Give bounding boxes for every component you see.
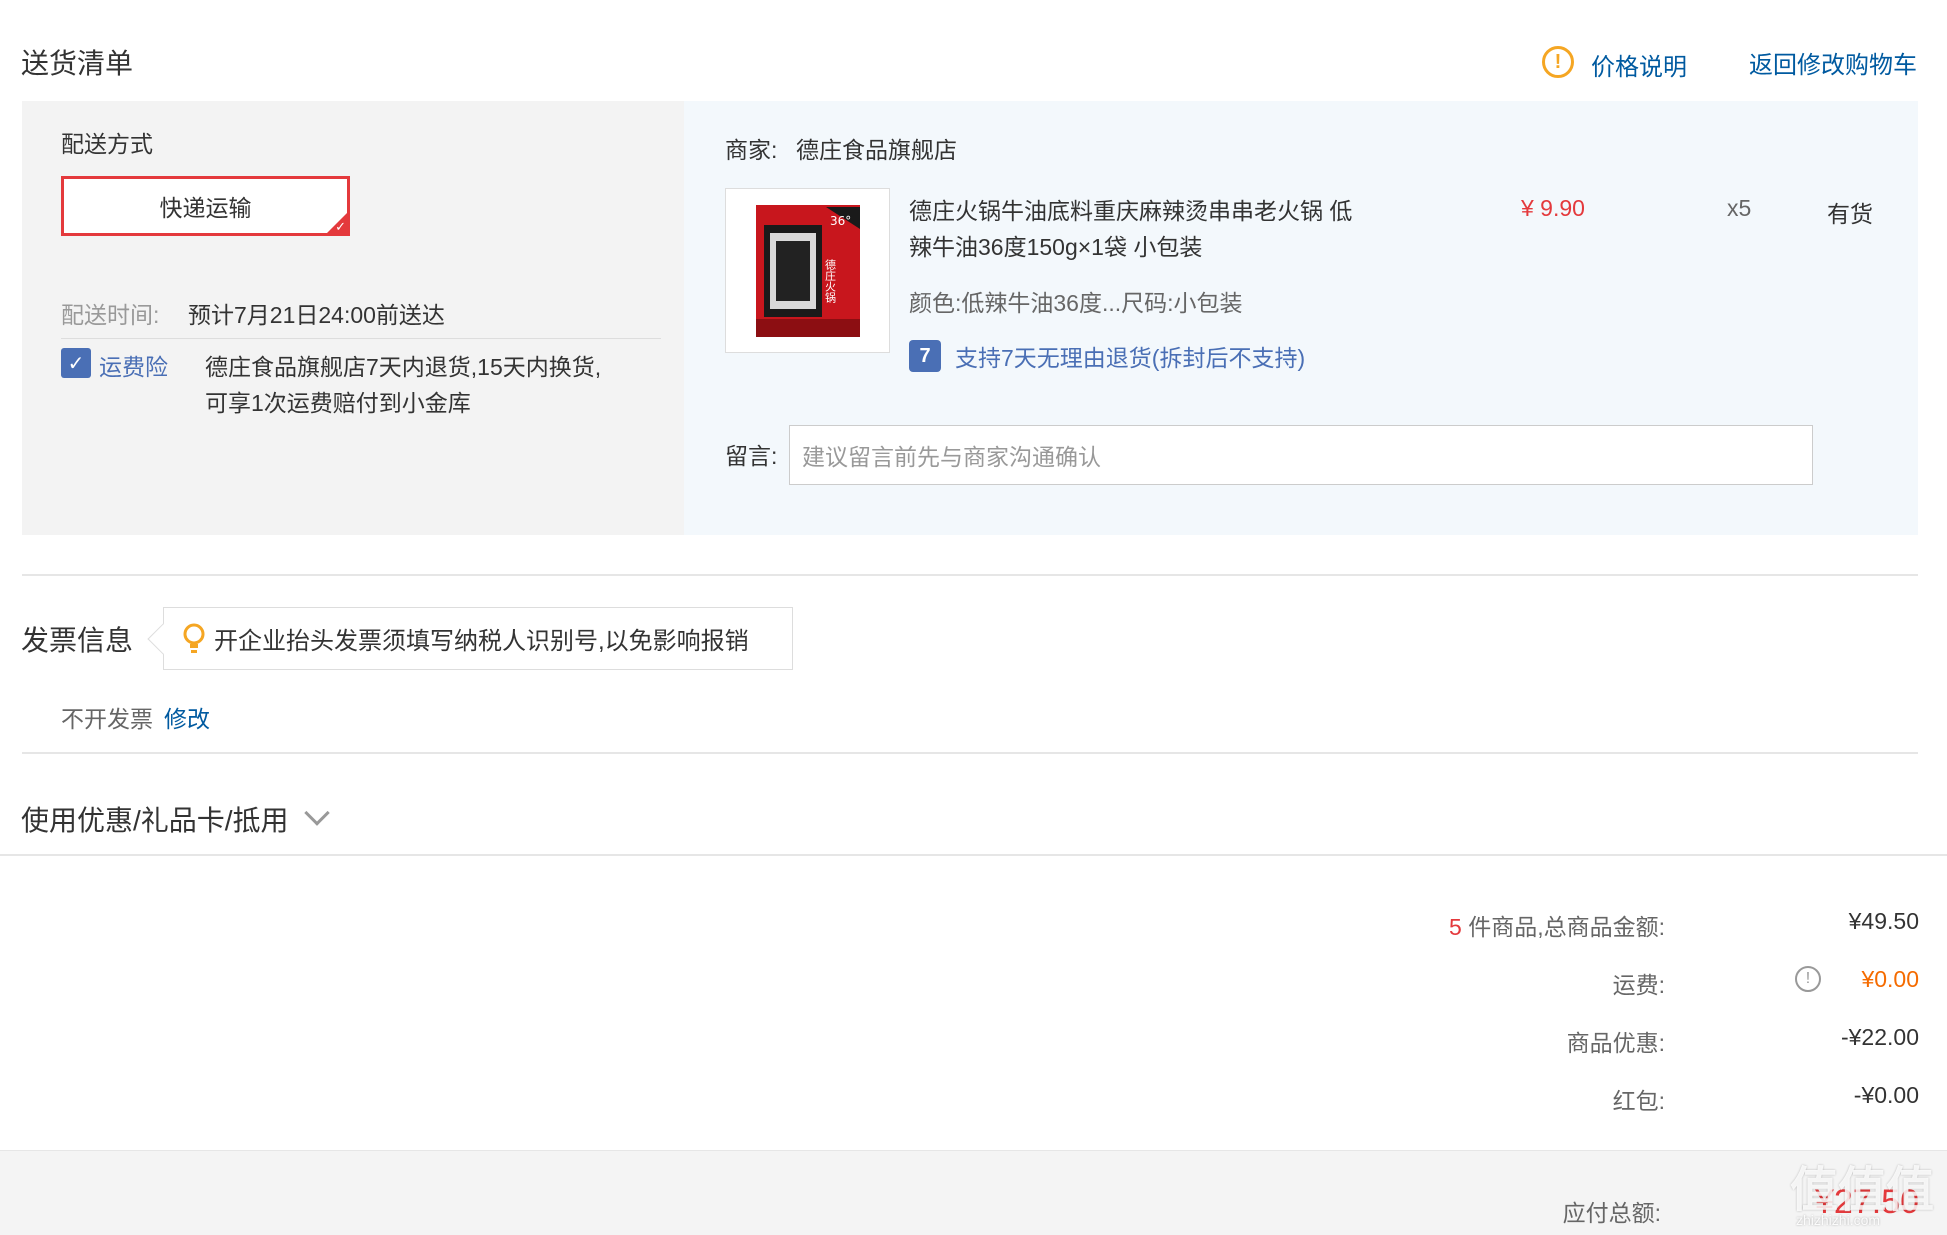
watermark-logo: 值值值 (1790, 1164, 1935, 1217)
watermark-url: zhizhizhi.com (1796, 1212, 1881, 1228)
product-image[interactable]: 36° 德庄火锅 (725, 188, 890, 353)
tip-arrow (147, 623, 179, 655)
item-count: 5 (1449, 914, 1462, 940)
shipping-method-label: 配送方式 (61, 131, 153, 157)
price-info-icon: ! (1542, 46, 1574, 78)
shipping-info-icon[interactable]: ! (1795, 966, 1821, 992)
section-divider (0, 854, 1947, 856)
price-note-link[interactable]: 价格说明 (1591, 47, 1687, 82)
invoice-edit-link[interactable]: 修改 (164, 700, 210, 734)
delivery-list-title: 送货清单 (21, 48, 134, 79)
express-shipping-option[interactable]: 快递运输 ✓ (61, 176, 350, 236)
discount-value: -¥22.00 (1840, 1024, 1919, 1050)
product-title-line1[interactable]: 德庄火锅牛油底料重庆麻辣烫串串老火锅 低 (909, 192, 1389, 226)
shipping-time-label: 配送时间: (61, 302, 160, 328)
coupon-title[interactable]: 使用优惠/礼品卡/抵用 (21, 799, 289, 839)
redpack-label: 红包: (1612, 1088, 1665, 1114)
package-degree-text: 36° (830, 214, 851, 228)
insurance-text-line2: 可享1次运费赔付到小金库 (205, 390, 471, 416)
package-brand-text: 德庄火锅 (824, 258, 837, 304)
product-quantity: x5 (1727, 195, 1752, 221)
invoice-status: 不开发票 (61, 706, 153, 732)
goods-total-value: ¥49.50 (1848, 908, 1919, 934)
shipping-time-value: 预计7月21日24:00前送达 (188, 302, 445, 328)
goods-total-text: 件商品,总商品金额: (1468, 914, 1665, 940)
invoice-tip: 开企业抬头发票须填写纳税人识别号,以免影响报销 (147, 607, 793, 670)
shop-label: 商家: (725, 137, 778, 163)
shipping-insurance-label[interactable]: 运费险 (99, 348, 168, 382)
shipping-method-value: 快递运输 (159, 195, 252, 221)
hotpot-package-image: 36° 德庄火锅 (756, 205, 860, 337)
invoice-title: 发票信息 (21, 625, 134, 656)
note-label: 留言: (725, 443, 778, 469)
product-spec: 颜色:低辣牛油36度...尺码:小包装 (909, 290, 1243, 316)
product-price: ¥ 9.90 (1521, 195, 1585, 221)
insurance-text-line1: 德庄食品旗舰店7天内退货,15天内换货, (205, 354, 602, 380)
payable-total-label: 应付总额: (1562, 1200, 1661, 1226)
discount-label: 商品优惠: (1566, 1030, 1665, 1056)
divider (61, 338, 661, 339)
section-divider (22, 752, 1918, 754)
seller-note-input[interactable]: 建议留言前先与商家沟通确认 (789, 425, 1813, 485)
shipping-fee-label: 运费: (1612, 972, 1665, 998)
check-icon: ✓ (335, 219, 346, 234)
product-title-line2[interactable]: 辣牛油36度150g×1袋 小包装 (909, 228, 1389, 262)
shield-icon: ✓ (61, 348, 91, 378)
section-divider (22, 574, 1918, 576)
shop-name: 德庄食品旗舰店 (796, 137, 957, 163)
stock-status: 有货 (1827, 201, 1873, 227)
invoice-tip-text: 开企业抬头发票须填写纳税人识别号,以免影响报销 (214, 628, 749, 655)
redpack-value: -¥0.00 (1853, 1082, 1919, 1108)
back-to-cart-link[interactable]: 返回修改购物车 (1749, 45, 1917, 80)
chevron-down-icon[interactable] (304, 800, 330, 826)
shipping-fee-value: ¥0.00 (1861, 966, 1919, 992)
return-policy-text: 支持7天无理由退货(拆封后不支持) (955, 345, 1306, 371)
goods-total-label: 5 件商品,总商品金额: (1449, 908, 1665, 942)
lightbulb-icon (183, 623, 205, 653)
seven-day-return-icon: 7 (909, 340, 941, 372)
